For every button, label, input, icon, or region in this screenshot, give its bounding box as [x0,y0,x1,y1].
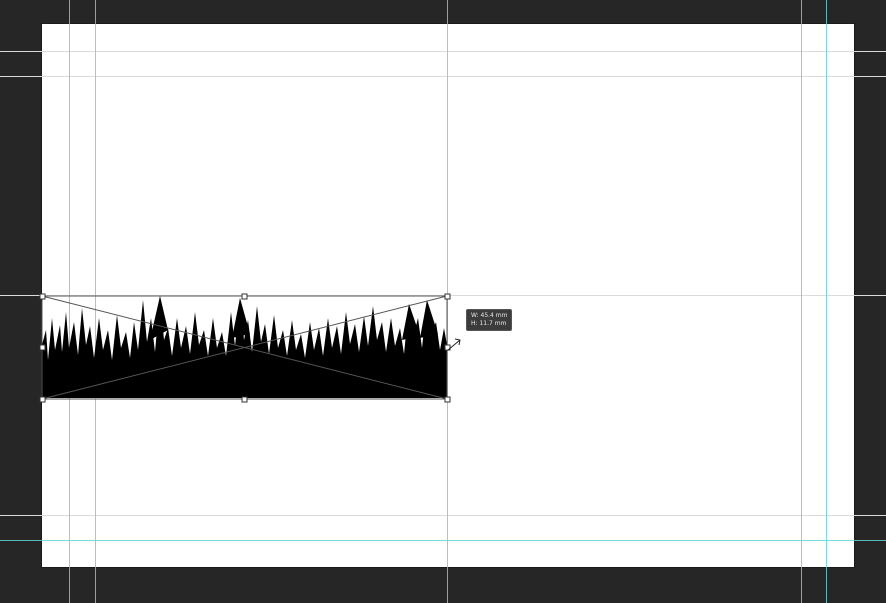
canvas-workspace[interactable]: W: 45.4 mm H: 11.7 mm [0,0,886,603]
resize-handle-bottom[interactable] [241,396,248,403]
resize-handle-left[interactable] [39,344,46,351]
resize-handle-top-left[interactable] [39,293,46,300]
resize-handle-top-right[interactable] [444,293,451,300]
resize-handle-top[interactable] [241,293,248,300]
resize-handle-bottom-left[interactable] [39,396,46,403]
transform-size-tooltip: W: 45.4 mm H: 11.7 mm [466,309,513,331]
height-readout: H: 11.7 mm [471,320,507,327]
resize-handle-bottom-right[interactable] [444,396,451,403]
width-readout: W: 45.4 mm [471,312,508,319]
